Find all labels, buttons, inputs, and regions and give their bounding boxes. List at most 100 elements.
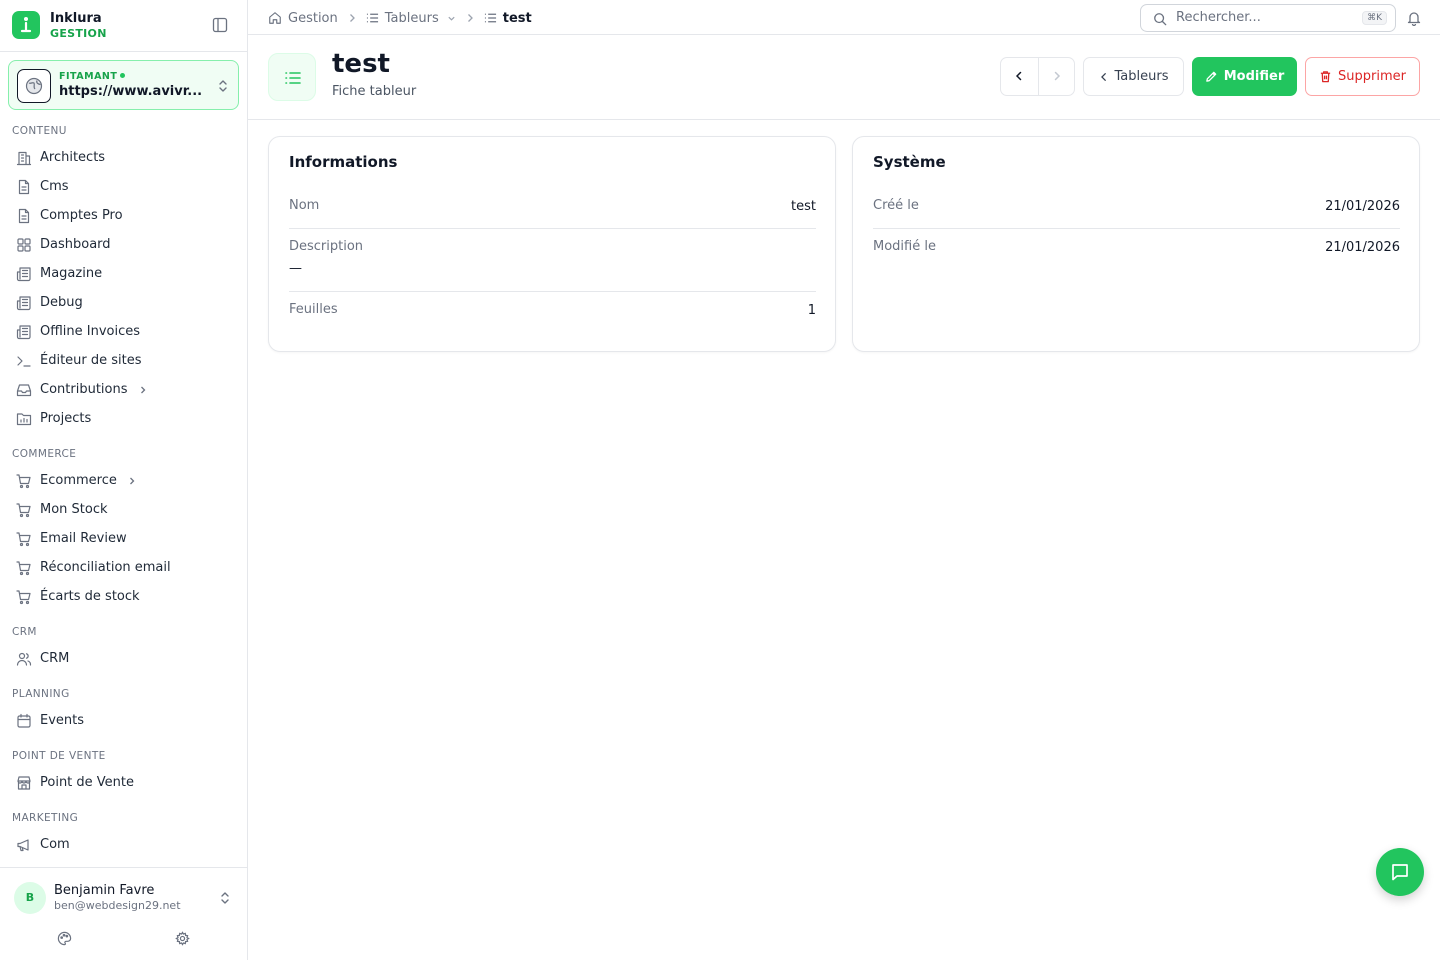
user-email: ben@webdesign29.net [54, 899, 181, 912]
list-icon [484, 12, 497, 24]
sidebar-item-offline-invoices[interactable]: Offline Invoices [8, 318, 239, 347]
user-menu[interactable]: B Benjamin Favre ben@webdesign29.net [0, 867, 247, 960]
sidebar-item-com[interactable]: Com [8, 831, 239, 860]
sidebar-item-crm[interactable]: CRM [8, 645, 239, 674]
breadcrumb-root[interactable]: Gestion [288, 11, 338, 26]
cart-icon [16, 531, 32, 547]
divider [289, 228, 816, 229]
folder-chart-icon [16, 411, 32, 427]
trash-icon [1319, 70, 1338, 83]
sidebar-item-email-review[interactable]: Email Review [8, 525, 239, 554]
nav-section-title: CONTENU [12, 125, 67, 137]
sidebar-item-events[interactable]: Events [8, 707, 239, 736]
divider [873, 228, 1400, 229]
site-label: FITAMANT [59, 71, 126, 82]
bell-icon[interactable] [1406, 10, 1422, 26]
sidebar-item-contributions[interactable]: Contributions [8, 376, 239, 405]
cart-icon [16, 502, 32, 518]
divider [289, 291, 816, 292]
sidebar-item-label: Cms [40, 179, 69, 194]
newspaper-icon [16, 266, 32, 282]
sidebar-toggle-icon[interactable] [212, 17, 230, 35]
breadcrumb-parent[interactable]: Tableurs [385, 11, 439, 26]
chat-button[interactable] [1376, 848, 1424, 896]
detail-row-created: Créé le 21/01/2026 [873, 198, 1400, 220]
sidebar-item-label: Com [40, 837, 70, 852]
status-dot [120, 73, 126, 78]
field-label: Feuilles [289, 302, 338, 317]
chevrons-updown-icon [217, 78, 229, 94]
sidebar-item-label: Offline Invoices [40, 324, 141, 339]
brand-subtitle: GESTION [50, 27, 107, 40]
nav-section-title: CRM [12, 626, 37, 638]
back-button-label: Tableurs [1114, 69, 1169, 84]
sidebar-item-dashboard[interactable]: Dashboard [8, 231, 239, 260]
sidebar-item-architects[interactable]: Architects [8, 144, 239, 173]
chevron-right-icon [348, 13, 356, 23]
user-name: Benjamin Favre [54, 883, 155, 898]
sidebar-item-seo[interactable]: SEO [8, 860, 239, 866]
breadcrumb-current: test [502, 10, 532, 26]
information-card: Informations Nom test Description — Feui… [268, 136, 836, 352]
back-button[interactable]: Tableurs [1083, 57, 1184, 96]
field-value: 21/01/2026 [1325, 240, 1400, 255]
chevron-right-icon [127, 476, 137, 486]
sidebar-item-ecarts-de-stock[interactable]: Écarts de stock [8, 583, 239, 612]
topbar: Gestion Tableurs test Rechercher... ⌘K [248, 0, 1440, 35]
cart-icon [16, 560, 32, 576]
sidebar-item-label: Ecommerce [40, 473, 117, 488]
gear-icon[interactable] [175, 931, 190, 946]
edit-button[interactable]: Modifier [1192, 57, 1297, 96]
sidebar-item-label: Debug [40, 295, 83, 310]
sidebar-item-editeur-de-sites[interactable]: Éditeur de sites [8, 347, 239, 376]
previous-record-button[interactable] [1001, 58, 1038, 95]
search-input[interactable]: Rechercher... ⌘K [1140, 4, 1396, 32]
sidebar-item-projects[interactable]: Projects [8, 405, 239, 434]
sidebar-item-mon-stock[interactable]: Mon Stock [8, 496, 239, 525]
page-title: test [332, 49, 390, 79]
brand-logo-icon [12, 11, 40, 39]
sidebar-item-comptes-pro[interactable]: Comptes Pro [8, 202, 239, 231]
divider [0, 51, 248, 52]
sidebar-item-cms[interactable]: Cms [8, 173, 239, 202]
palette-icon[interactable] [57, 931, 72, 946]
inbox-icon [16, 382, 32, 398]
chevron-down-icon[interactable] [447, 14, 456, 23]
brand[interactable]: Inklura GESTION [12, 10, 236, 42]
sidebar-item-label: Email Review [40, 531, 127, 546]
delete-button[interactable]: Supprimer [1305, 57, 1420, 96]
sidebar-item-reconciliation-email[interactable]: Réconciliation email [8, 554, 239, 583]
field-label: Modifié le [873, 239, 936, 254]
sidebar-item-ecommerce[interactable]: Ecommerce [8, 467, 239, 496]
terminal-icon [16, 353, 32, 369]
home-icon [268, 11, 282, 25]
nav-section-title: POINT DE VENTE [12, 750, 106, 762]
detail-row-name: Nom test [289, 198, 816, 220]
next-record-button[interactable] [1038, 58, 1074, 95]
chevron-right-icon [466, 13, 474, 23]
sidebar-item-debug[interactable]: Debug [8, 289, 239, 318]
chevron-left-icon [1099, 72, 1115, 82]
field-value: test [791, 199, 816, 214]
sidebar-nav: CONTENU Architects Cms Comptes Pro Dashboard… [0, 118, 247, 866]
sidebar-item-label: Projects [40, 411, 92, 426]
chevrons-updown-icon[interactable] [219, 890, 231, 906]
field-label: Créé le [873, 198, 919, 213]
record-pager [1000, 57, 1075, 96]
cart-icon [16, 589, 32, 605]
sidebar-item-point-de-vente[interactable]: Point de Vente [8, 769, 239, 798]
site-url: https://www.avivr... [59, 84, 203, 99]
sidebar: Inklura GESTION FITAMANT https://www.avi… [0, 0, 248, 960]
list-icon [366, 12, 379, 24]
document-icon [16, 179, 32, 195]
sidebar-item-label: Réconciliation email [40, 560, 171, 575]
pencil-icon [1205, 70, 1224, 83]
site-switcher[interactable]: FITAMANT https://www.avivr... [8, 60, 239, 110]
sidebar-item-label: Mon Stock [40, 502, 108, 517]
sidebar-item-label: Comptes Pro [40, 208, 123, 223]
page-subtitle: Fiche tableur [332, 84, 417, 99]
sidebar-item-label: Contributions [40, 382, 128, 397]
sidebar-item-magazine[interactable]: Magazine [8, 260, 239, 289]
search-placeholder: Rechercher... [1176, 10, 1261, 25]
sidebar-item-label: Éditeur de sites [40, 353, 142, 368]
